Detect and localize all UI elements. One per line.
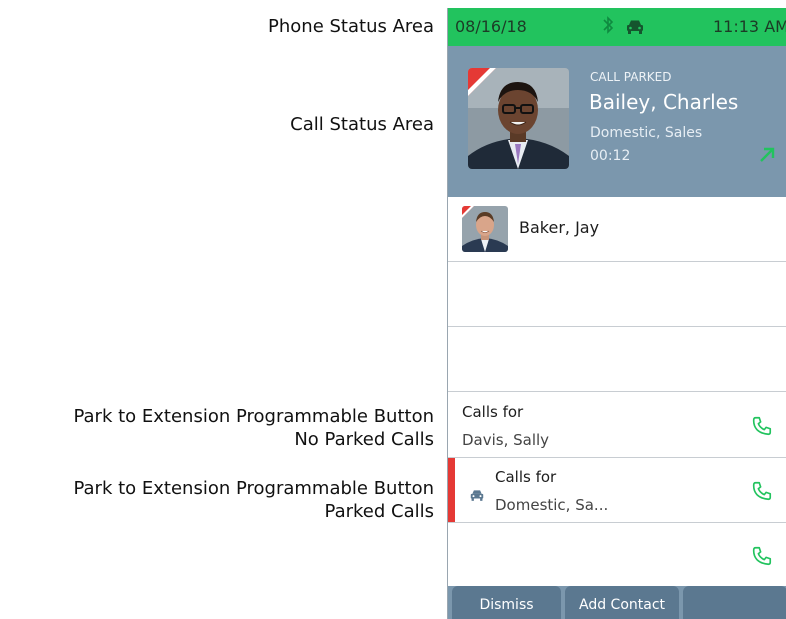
caller-name: Bailey, Charles	[589, 90, 739, 114]
call-status-label: CALL PARKED	[590, 70, 672, 84]
parked-indicator-bar	[448, 458, 455, 522]
call-duration: 00:12	[590, 148, 631, 164]
callout-phone-status-text: Phone Status Area	[268, 16, 434, 37]
status-time: 11:13 AM	[713, 17, 786, 36]
contact-avatar	[462, 206, 508, 252]
call-status-area[interactable]: CALL PARKED Bailey, Charles Domestic, Sa…	[448, 46, 786, 197]
contact-name: Baker, Jay	[519, 218, 600, 237]
parked-car-icon	[470, 486, 484, 505]
outgoing-call-arrow-icon	[760, 147, 775, 162]
callout-park-calls: Park to Extension Programmable Button Pa…	[73, 477, 434, 523]
empty-line-row[interactable]	[448, 523, 786, 586]
park-button-subtitle: Domestic, Sa...	[495, 496, 609, 514]
car-icon	[626, 19, 644, 38]
park-button-title: Calls for	[495, 468, 557, 486]
callout-phone-status: Phone Status Area	[268, 15, 434, 38]
contact-row[interactable]: Baker, Jay	[448, 197, 786, 262]
callout-call-status: Call Status Area	[290, 113, 434, 136]
call-icon[interactable]	[751, 480, 773, 502]
dismiss-softkey[interactable]: Dismiss	[452, 586, 561, 619]
park-button-parked-calls[interactable]: Calls for Domestic, Sa...	[448, 458, 786, 523]
call-icon[interactable]	[751, 545, 773, 567]
callout-park-no-calls: Park to Extension Programmable Button No…	[73, 405, 434, 451]
parked-corner-icon	[468, 68, 496, 96]
park-button-no-parked-calls[interactable]: Calls for Davis, Sally	[448, 393, 786, 458]
status-date: 08/16/18	[455, 17, 527, 36]
call-icon[interactable]	[751, 415, 773, 437]
phone-status-bar: 08/16/18 11:13 AM	[448, 8, 786, 46]
park-button-subtitle: Davis, Sally	[462, 431, 550, 449]
caller-avatar	[468, 68, 569, 169]
empty-softkey[interactable]	[683, 586, 786, 619]
empty-line-row[interactable]	[448, 262, 786, 327]
parked-corner-small-icon	[462, 206, 474, 218]
callout-call-status-text: Call Status Area	[290, 114, 434, 135]
add-contact-softkey[interactable]: Add Contact	[565, 586, 679, 619]
callout-park-no-calls-line2: No Parked Calls	[294, 429, 434, 450]
phone-screen: 08/16/18 11:13 AM CALL PARKED Bailey, Ch…	[447, 8, 786, 619]
bluetooth-icon	[603, 15, 614, 40]
empty-line-row[interactable]	[448, 327, 786, 392]
softkey-bar: Dismiss Add Contact	[448, 586, 786, 619]
callout-park-no-calls-line1: Park to Extension Programmable Button	[73, 406, 434, 427]
callout-park-calls-line1: Park to Extension Programmable Button	[73, 478, 434, 499]
caller-department: Domestic, Sales	[590, 125, 703, 141]
park-button-title: Calls for	[462, 403, 524, 421]
callout-park-calls-line2: Parked Calls	[324, 501, 434, 522]
